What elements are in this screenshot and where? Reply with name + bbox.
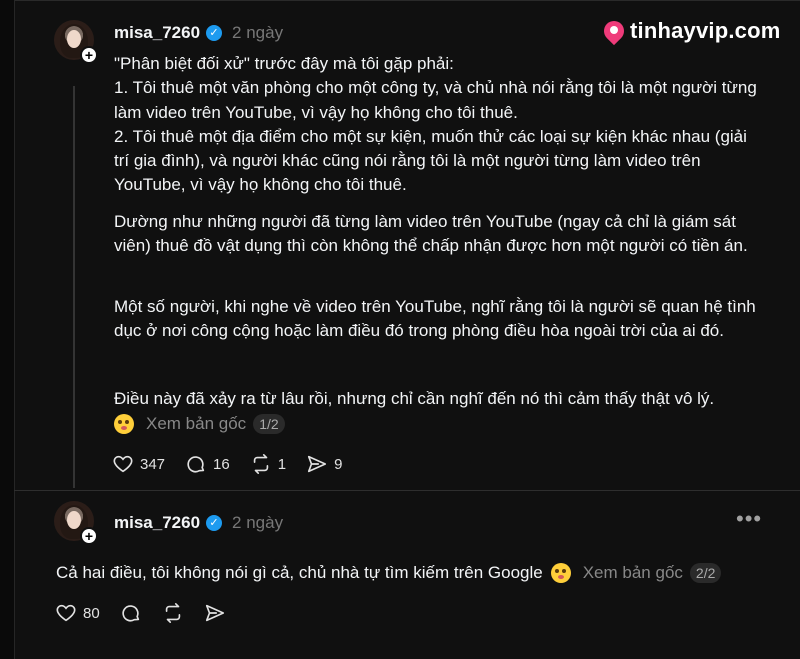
page-indicator: 2/2 [689, 563, 722, 583]
like-button[interactable]: 80 [55, 602, 100, 624]
post-divider [14, 490, 800, 491]
reply-header: misa_7260 ✓ 2 ngày [114, 511, 283, 535]
post-text-4: Điều này đã xảy ra từ lâu rồi, nhưng chỉ… [114, 389, 715, 408]
comment-button[interactable] [120, 602, 142, 624]
repost-count: 1 [277, 455, 287, 473]
logo-pin-icon [599, 16, 629, 46]
comment-icon [122, 605, 139, 622]
share-button[interactable] [204, 602, 226, 624]
flushed-face-emoji-icon [550, 563, 571, 583]
avatar[interactable]: + [54, 501, 98, 545]
reply-actions: 80 [55, 602, 246, 624]
like-button[interactable]: 347 [112, 453, 165, 475]
post-text-1: "Phân biệt đối xử" trước đây mà tôi gặp … [114, 54, 757, 195]
share-count: 9 [334, 455, 343, 473]
logo-text: tinhayvip.com [630, 18, 781, 43]
reply-time[interactable]: 2 ngày [232, 513, 283, 533]
left-border [0, 0, 15, 659]
post-text-2: Dường như những người đã từng làm video … [114, 212, 748, 256]
site-logo: tinhayvip.com [599, 12, 781, 50]
repost-button[interactable] [162, 602, 184, 624]
repost-icon [165, 603, 180, 623]
post-actions: 347 16 1 9 [112, 453, 362, 475]
verified-badge-icon: ✓ [206, 515, 223, 531]
post-time[interactable]: 2 ngày [232, 23, 283, 43]
post-header: misa_7260 ✓ 2 ngày [114, 21, 283, 45]
like-count: 80 [83, 604, 100, 622]
share-icon [205, 604, 224, 622]
see-original-link[interactable]: Xem bản gốc [146, 414, 246, 434]
follow-plus-icon[interactable]: + [80, 46, 98, 64]
more-icon[interactable]: ••• [736, 508, 764, 533]
thread-line [73, 86, 75, 488]
avatar[interactable]: + [54, 20, 98, 64]
like-count: 347 [140, 455, 166, 473]
username[interactable]: misa_7260 [114, 513, 200, 533]
post-paragraph: "Phân biệt đối xử" trước đây mà tôi gặp … [114, 52, 760, 198]
share-button[interactable]: 9 [306, 453, 342, 475]
comment-button[interactable]: 16 [185, 453, 230, 475]
flushed-face-emoji-icon [114, 414, 134, 434]
comment-icon [187, 456, 205, 473]
comment-count: 16 [213, 455, 230, 473]
username[interactable]: misa_7260 [114, 23, 200, 43]
repost-button[interactable]: 1 [250, 453, 286, 475]
post-paragraph: Một số người, khi nghe về video trên You… [114, 295, 760, 344]
see-original-link[interactable]: Xem bản gốc [583, 563, 683, 583]
post-paragraph: Điều này đã xảy ra từ lâu rồi, nhưng chỉ… [114, 387, 760, 411]
verified-badge-icon: ✓ [206, 25, 223, 41]
top-border [0, 0, 800, 1]
share-icon [307, 455, 327, 473]
reply-text-row: Cả hai điều, tôi không nói gì cả, chủ nh… [56, 560, 786, 586]
heart-icon [56, 604, 76, 622]
repost-icon [253, 454, 268, 474]
heart-icon [113, 455, 133, 473]
reply-text: Cả hai điều, tôi không nói gì cả, chủ nh… [56, 563, 543, 582]
post-paragraph: Dường như những người đã từng làm video … [114, 210, 760, 259]
page-indicator: 1/2 [253, 414, 285, 434]
post-text-3: Một số người, khi nghe về video trên You… [114, 297, 756, 341]
translation-row: Xem bản gốc 1/2 [114, 412, 285, 436]
follow-plus-icon[interactable]: + [80, 527, 98, 545]
